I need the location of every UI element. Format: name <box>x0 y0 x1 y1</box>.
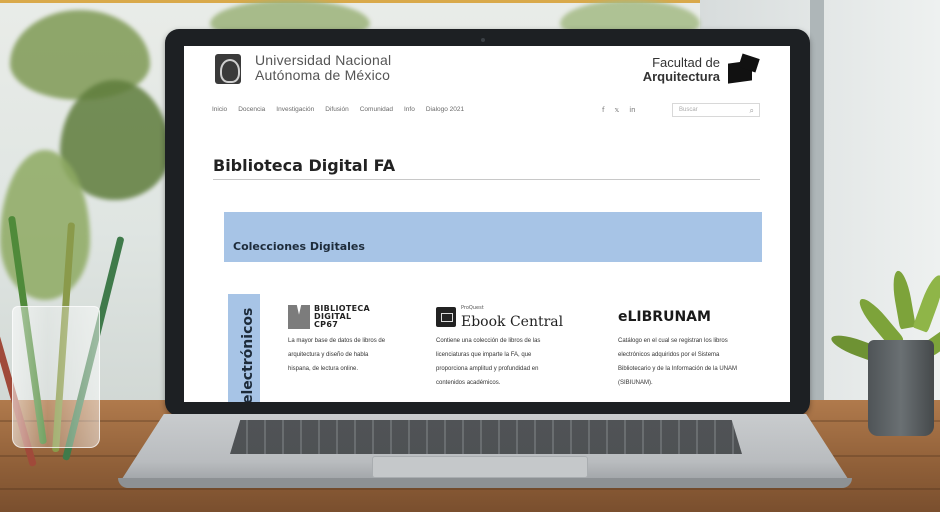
collection-description-line: proporciona amplitud y profundidad en <box>436 366 539 372</box>
unam-crest-icon[interactable] <box>215 54 241 84</box>
collection-description-line: electrónicos adquiridos por el Sistema <box>618 352 720 358</box>
bdcp67-logo-text: BIBLIOTECA DIGITAL CP67 <box>314 304 371 329</box>
ebook-central-logo[interactable]: ProQuest Ebook Central <box>436 300 576 334</box>
section-band: Colecciones Digitales <box>224 212 762 262</box>
faculty-logo-icon[interactable] <box>726 53 760 84</box>
collection-description-line: arquitectura y diseño de habla <box>288 352 369 358</box>
page-title: Biblioteca Digital FA <box>213 156 396 175</box>
collection-description-line: hispana, de lectura online. <box>288 366 359 372</box>
search-icon[interactable]: ⌕ <box>750 106 754 116</box>
unam-name-line1: Universidad Nacional <box>255 52 392 68</box>
collection-card-ebook-central[interactable]: ProQuest Ebook Central Contiene una cole… <box>436 300 576 390</box>
side-category-label: electrónicos <box>240 307 256 402</box>
elibrunam-logo[interactable]: eLIBRUNAM <box>618 300 768 334</box>
collection-card-bdcp67[interactable]: BIBLIOTECA DIGITAL CP67 La mayor base de… <box>288 300 418 376</box>
bdcp67-logo[interactable]: BIBLIOTECA DIGITAL CP67 <box>288 300 418 334</box>
side-category-tab[interactable]: electrónicos <box>228 294 260 402</box>
webcam-icon <box>481 38 485 42</box>
nav-item-inicio[interactable]: Inicio <box>212 106 227 120</box>
plant-pot <box>868 340 934 436</box>
faculty-name-line1: Facultad de <box>652 55 720 70</box>
unam-name[interactable]: Universidad Nacional Autónoma de México <box>255 53 391 83</box>
collection-description-line: Catálogo en el cual se registran los lib… <box>618 338 728 344</box>
faculty-name-line2: Arquitectura <box>642 69 720 84</box>
twitter-icon[interactable]: 𝕩 <box>614 106 619 114</box>
proquest-label: ProQuest <box>461 304 484 311</box>
nav-item-dialogo-2021[interactable]: Dialogo 2021 <box>426 106 464 120</box>
section-heading: Colecciones Digitales <box>233 240 365 253</box>
nav-item-difusion[interactable]: Difusión <box>325 106 348 120</box>
collection-description-line: Bibliotecario y de la Información de la … <box>618 366 738 372</box>
search-placeholder: Buscar <box>679 107 698 113</box>
pencil-cup <box>12 306 100 448</box>
bdcp67-logo-icon <box>288 305 310 329</box>
social-links: f 𝕩 in <box>602 106 636 114</box>
nav-item-investigacion[interactable]: Investigación <box>276 106 314 120</box>
facebook-icon[interactable]: f <box>602 106 604 114</box>
ebook-central-logo-icon <box>436 307 456 327</box>
unam-name-line2: Autónoma de México <box>255 67 391 83</box>
collection-description-line: (SIBIUNAM). <box>618 380 653 386</box>
site-header: Universidad Nacional Autónoma de México … <box>184 46 790 96</box>
nav-item-info[interactable]: Info <box>404 106 415 120</box>
nav-item-docencia[interactable]: Docencia <box>238 106 265 120</box>
collection-description-line: contenidos académicos. <box>436 380 501 386</box>
search-input[interactable]: Buscar ⌕ <box>672 103 760 117</box>
collection-description-line: Contiene una colección de libros de las <box>436 338 541 344</box>
ebook-central-label: Ebook Central <box>461 313 564 330</box>
collection-card-elibrunam[interactable]: eLIBRUNAM Catálogo en el cual se registr… <box>618 300 768 390</box>
collection-description-line: La mayor base de datos de libros de <box>288 338 386 344</box>
laptop-keyboard <box>230 420 742 454</box>
collection-description-line: licenciaturas que imparte la FA, que <box>436 352 532 358</box>
faculty-name[interactable]: Facultad de Arquitectura <box>643 56 720 84</box>
laptop-trackpad <box>372 456 588 478</box>
laptop-screen: Universidad Nacional Autónoma de México … <box>184 46 790 402</box>
desk-grain <box>0 488 940 490</box>
window-mullion <box>810 0 824 400</box>
laptop-base-edge <box>118 478 852 488</box>
title-divider <box>213 179 760 180</box>
linkedin-icon[interactable]: in <box>629 106 635 114</box>
ebook-central-logo-text: ProQuest Ebook Central <box>461 305 563 330</box>
main-nav: Inicio Docencia Investigación Difusión C… <box>212 106 464 120</box>
nav-item-comunidad[interactable]: Comunidad <box>360 106 393 120</box>
